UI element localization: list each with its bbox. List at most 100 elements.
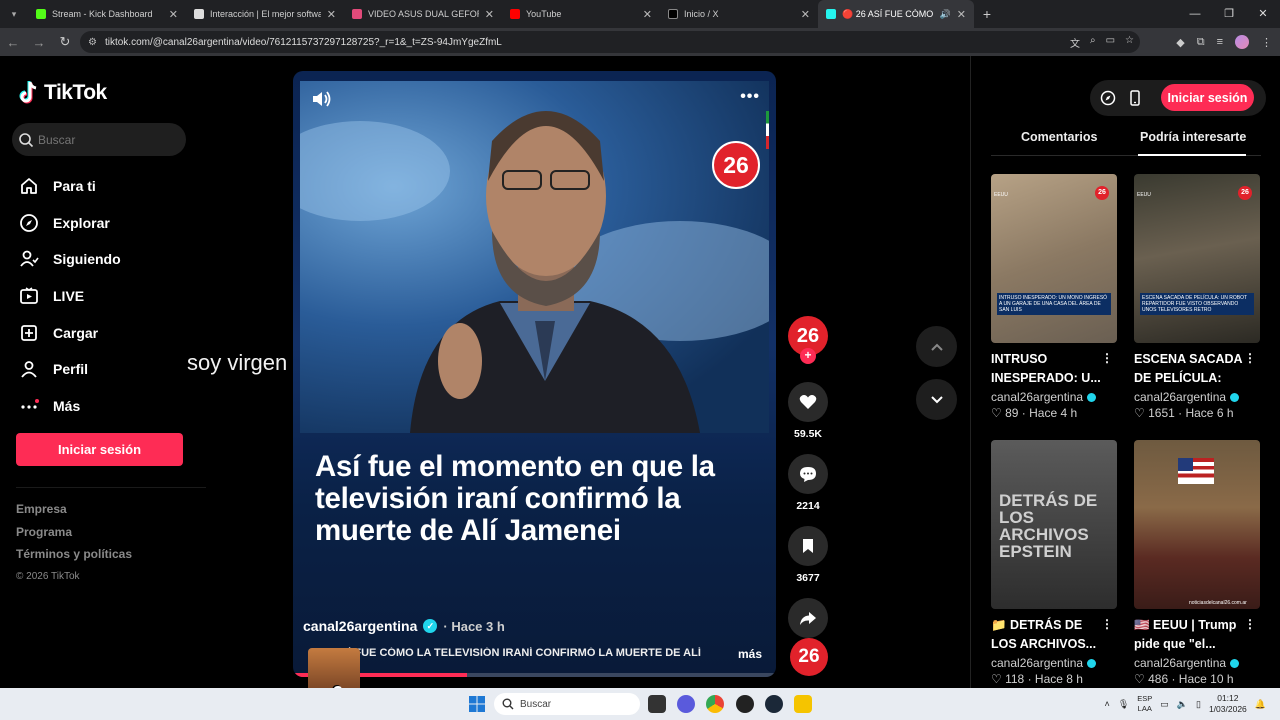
video-author-name[interactable]: canal26argentina <box>303 618 417 634</box>
restore-icon[interactable]: ❐ <box>1212 0 1246 28</box>
suggested-video-card[interactable]: DETRÁS DE LOS ARCHIVOS EPSTEIN 📁 DETRÁS … <box>991 440 1117 686</box>
suggested-video-card[interactable]: noticiasdelcanal26.com.ar 🇺🇸 EEUU | Trum… <box>1134 440 1260 686</box>
obs-icon[interactable] <box>736 695 754 713</box>
card-title[interactable]: 🇺🇸 EEUU | Trump pide que "el... <box>1134 616 1244 654</box>
card-author[interactable]: canal26argentina <box>991 656 1117 670</box>
bookmark-star-icon[interactable]: ☆ <box>1125 35 1134 50</box>
header-login-button[interactable]: Iniciar sesión <box>1161 84 1254 111</box>
extensions-puzzle-icon[interactable]: ⧉ <box>1197 36 1205 49</box>
address-bar[interactable]: ⚙ tiktok.com/@canal26argentina/video/761… <box>80 31 1140 53</box>
save-action[interactable]: 3677 <box>788 526 828 584</box>
tab-comentarios[interactable]: Comentarios <box>1021 130 1097 144</box>
discord-icon[interactable] <box>677 695 695 713</box>
comment-action[interactable]: 2214 <box>788 454 828 512</box>
search-input[interactable] <box>38 132 178 147</box>
reading-list-icon[interactable]: ≡ <box>1217 36 1223 48</box>
speaker-icon[interactable]: 🔊 <box>940 9 951 20</box>
tab-youtube[interactable]: YouTube ✕ <box>502 0 660 28</box>
microphone-icon[interactable]: 🎙 <box>1118 699 1129 710</box>
volume-tray-icon[interactable]: 🔈 <box>1177 699 1188 710</box>
new-tab-button[interactable]: + <box>974 6 1000 22</box>
close-icon[interactable]: ✕ <box>643 8 652 21</box>
compass-icon[interactable] <box>1099 89 1117 107</box>
next-video-button[interactable] <box>916 379 957 420</box>
footer-link-programa[interactable]: Programa <box>16 524 132 547</box>
suggested-video-card[interactable]: EEUU 26 INTRUSO INESPERADO: UN MONO INGR… <box>991 174 1117 420</box>
battery-icon[interactable]: ▯ <box>1196 699 1201 710</box>
back-icon[interactable]: ← <box>0 35 26 50</box>
follow-plus-icon[interactable]: + <box>800 348 816 364</box>
sidebar-item-siguiendo[interactable]: Siguiendo <box>18 241 198 278</box>
notifications-icon[interactable]: 🔔 <box>1255 699 1266 710</box>
card-more-icon[interactable]: ⋮ <box>1101 351 1113 365</box>
tab-tiktok-active[interactable]: 🔴 26 ASÍ FUE CÓMO LA TELEVISIÓN 🔊 ✕ <box>818 0 974 28</box>
taskbar-clock[interactable]: 01:12 1/03/2026 <box>1209 693 1247 715</box>
tab-podria-interesarte[interactable]: Podría interesarte <box>1140 130 1246 144</box>
close-icon[interactable]: ✕ <box>485 8 494 21</box>
cast-icon[interactable]: ▭ <box>1106 35 1115 50</box>
caption-more-link[interactable]: más <box>738 647 762 661</box>
card-title[interactable]: ESCENA SACADA DE PELÍCULA: U... <box>1134 350 1244 388</box>
like-action[interactable]: 59.5K <box>788 382 828 440</box>
footer-link-empresa[interactable]: Empresa <box>16 501 132 524</box>
music-disc-avatar[interactable]: 26 <box>790 638 828 676</box>
close-icon[interactable]: ✕ <box>327 8 336 21</box>
network-icon[interactable]: ▭ <box>1160 699 1169 710</box>
site-info-icon[interactable]: ⚙ <box>88 37 97 48</box>
tab-asus-video[interactable]: VIDEO ASUS DUAL GEFORCE RTX ✕ <box>344 0 502 28</box>
translate-icon[interactable]: 文 <box>1070 35 1080 50</box>
extension-diamond-icon[interactable]: ◆ <box>1176 36 1184 49</box>
taskbar-search[interactable]: Buscar <box>494 693 640 715</box>
bookmark-icon[interactable] <box>788 526 828 566</box>
footer-link-terminos[interactable]: Términos y políticas <box>16 546 132 569</box>
sidebar-item-perfil[interactable]: Perfil <box>18 351 198 388</box>
card-author[interactable]: canal26argentina <box>1134 656 1260 670</box>
close-icon[interactable]: ✕ <box>957 8 966 21</box>
tab-interaccion[interactable]: Interacción | El mejor software para ✕ <box>186 0 344 28</box>
card-more-icon[interactable]: ⋮ <box>1244 617 1256 631</box>
heart-icon[interactable] <box>788 382 828 422</box>
app-icon[interactable] <box>794 695 812 713</box>
share-icon[interactable] <box>788 598 828 638</box>
video-thumbnail[interactable]: EEUU 26 INTRUSO INESPERADO: UN MONO INGR… <box>991 174 1117 343</box>
reload-icon[interactable]: ↻ <box>52 34 78 50</box>
forward-icon[interactable]: → <box>26 35 52 50</box>
previous-video-button[interactable] <box>916 326 957 367</box>
card-more-icon[interactable]: ⋮ <box>1244 351 1256 365</box>
video-thumbnail[interactable]: DETRÁS DE LOS ARCHIVOS EPSTEIN <box>991 440 1117 609</box>
card-title[interactable]: 📁 DETRÁS DE LOS ARCHIVOS... <box>991 616 1101 654</box>
windows-start-icon[interactable] <box>469 696 485 712</box>
sidebar-login-button[interactable]: Iniciar sesión <box>16 433 183 466</box>
window-close-icon[interactable]: ✕ <box>1246 0 1280 28</box>
language-indicator[interactable]: ESP LAA <box>1137 694 1152 714</box>
tab-x-home[interactable]: Inicio / X ✕ <box>660 0 818 28</box>
sidebar-item-live[interactable]: LIVE <box>18 278 198 315</box>
video-options-icon[interactable]: ••• <box>740 88 760 106</box>
video-player[interactable]: 26 ••• Así fue el momento en que la tele… <box>293 71 776 677</box>
task-view-icon[interactable] <box>648 695 666 713</box>
creator-avatar[interactable]: 26 + <box>788 316 828 364</box>
minimize-icon[interactable]: — <box>1178 0 1212 28</box>
tab-search-icon[interactable]: ▾ <box>0 9 28 20</box>
suggested-video-card[interactable]: EEUU 26 ESCENA SACADA DE PELÍCULA: UN RO… <box>1134 174 1260 420</box>
tab-kick-dashboard[interactable]: Stream - Kick Dashboard ✕ <box>28 0 186 28</box>
video-thumbnail[interactable]: noticiasdelcanal26.com.ar <box>1134 440 1260 609</box>
video-thumbnail[interactable]: EEUU 26 ESCENA SACADA DE PELÍCULA: UN RO… <box>1134 174 1260 343</box>
comment-icon[interactable] <box>788 454 828 494</box>
tiktok-logo[interactable]: TikTok <box>18 80 107 106</box>
menu-kebab-icon[interactable]: ⋮ <box>1261 36 1272 49</box>
mobile-device-icon[interactable] <box>1126 89 1144 107</box>
card-author[interactable]: canal26argentina <box>991 390 1117 404</box>
sidebar-item-cargar[interactable]: Cargar <box>18 314 198 351</box>
sidebar-item-explorar[interactable]: Explorar <box>18 205 198 242</box>
tray-overflow-icon[interactable]: ˄ <box>1105 699 1110 709</box>
close-icon[interactable]: ✕ <box>169 8 178 21</box>
video-progress-bar[interactable] <box>293 673 776 677</box>
sidebar-search-box[interactable] <box>12 123 186 156</box>
close-icon[interactable]: ✕ <box>801 8 810 21</box>
zoom-icon[interactable]: ⌕ <box>1090 35 1096 50</box>
steam-icon[interactable] <box>765 695 783 713</box>
profile-avatar[interactable] <box>1235 35 1249 49</box>
card-title[interactable]: INTRUSO INESPERADO: U... <box>991 350 1101 388</box>
sidebar-item-para-ti[interactable]: Para ti <box>18 168 198 205</box>
